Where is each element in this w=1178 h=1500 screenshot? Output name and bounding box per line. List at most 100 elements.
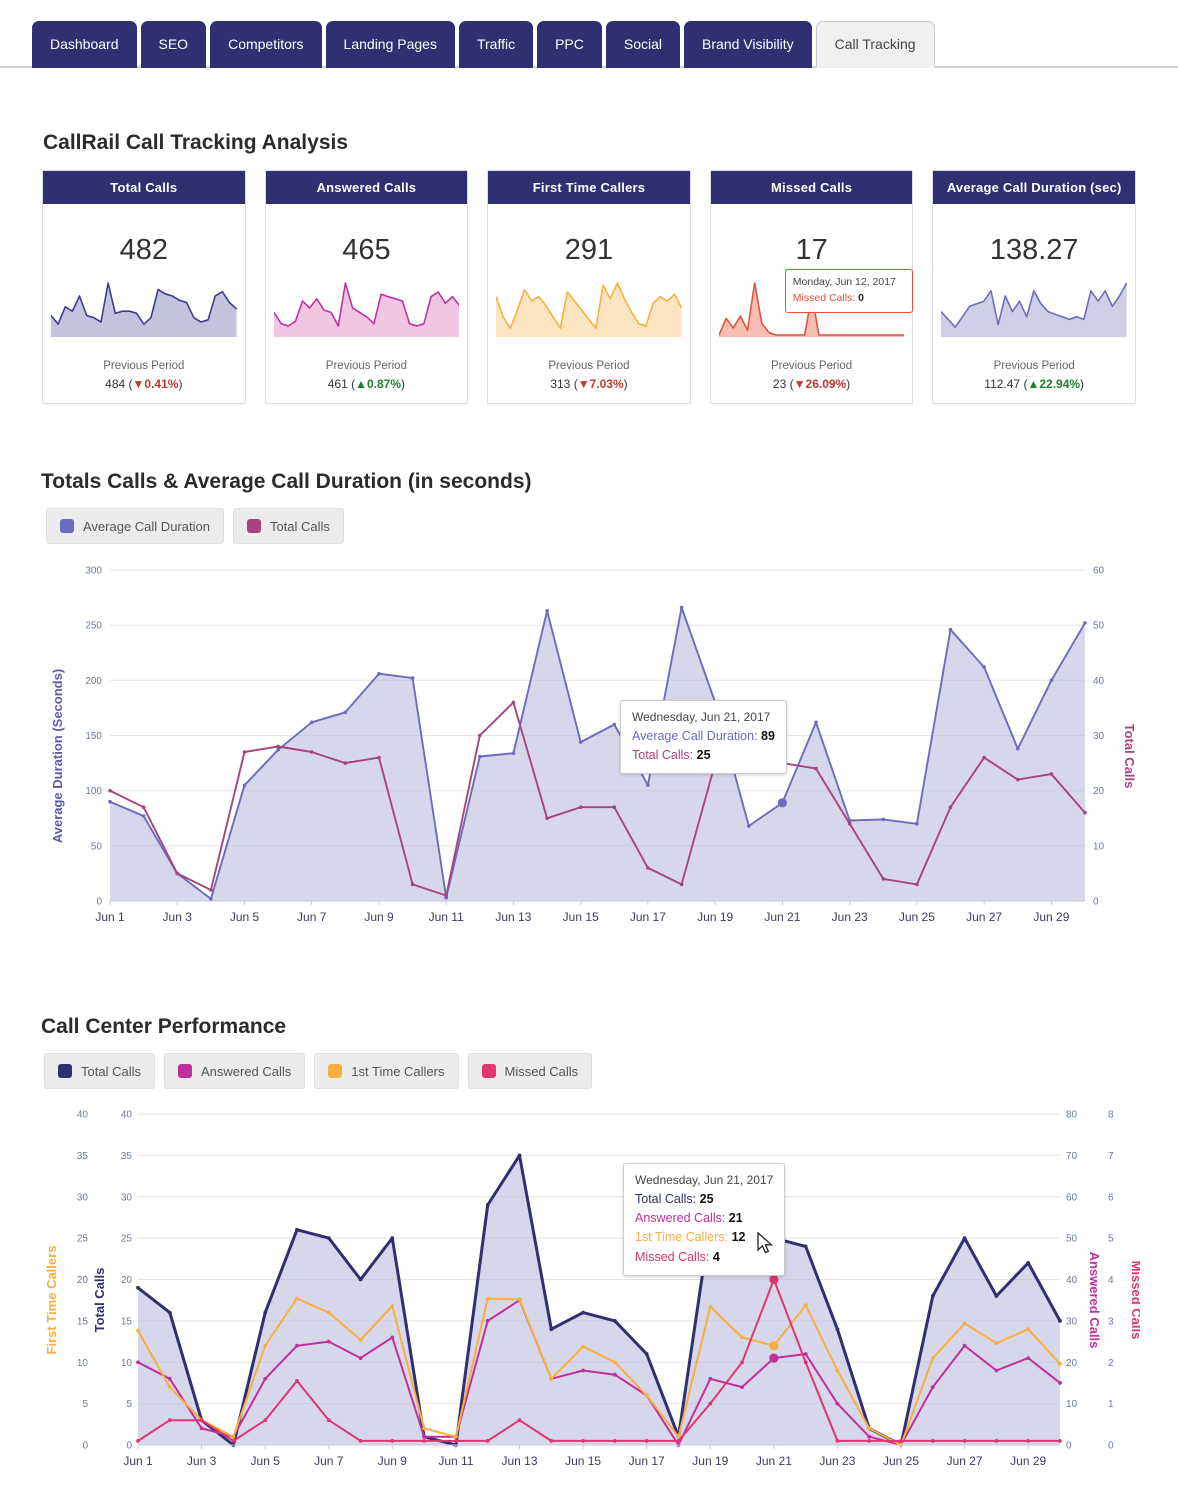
legend-item[interactable]: Missed Calls bbox=[467, 1053, 593, 1089]
kpi-delta-value: ▲22.94% bbox=[1027, 377, 1080, 391]
svg-text:30: 30 bbox=[1066, 1316, 1078, 1327]
kpi-delta-arrow-icon: ▼ bbox=[577, 377, 590, 391]
legend-swatch-icon bbox=[58, 1064, 72, 1078]
svg-text:0: 0 bbox=[96, 897, 102, 908]
kpi-card-title: First Time Callers bbox=[488, 171, 690, 204]
kpi-card: Answered Calls 465 Previous Period 461 (▲0.… bbox=[264, 170, 469, 404]
legend-label: Average Call Duration bbox=[83, 518, 210, 534]
svg-text:Jun 15: Jun 15 bbox=[565, 1454, 601, 1468]
svg-text:35: 35 bbox=[77, 1151, 89, 1162]
svg-text:20: 20 bbox=[1066, 1358, 1078, 1369]
kpi-delta-arrow-icon: ▼ bbox=[793, 377, 806, 391]
kpi-prev-label: Previous Period bbox=[548, 359, 630, 372]
svg-text:Jun 13: Jun 13 bbox=[501, 1454, 537, 1468]
kpi-delta-pct: 0.87% bbox=[367, 377, 402, 391]
axis-title: First Time Callers bbox=[44, 1246, 59, 1355]
kpi-sparkline[interactable]: Monday, Jun 12, 2017 Missed Calls: 0 bbox=[711, 267, 913, 358]
tab-social[interactable]: Social bbox=[605, 21, 681, 68]
svg-text:40: 40 bbox=[77, 1110, 89, 1121]
svg-text:30: 30 bbox=[77, 1192, 89, 1203]
kpi-prev-value: 461 bbox=[327, 377, 348, 391]
tab-call-tracking[interactable]: Call Tracking bbox=[815, 21, 935, 68]
kpi-delta: 461 (▲0.87%) bbox=[327, 377, 406, 391]
svg-text:Jun 13: Jun 13 bbox=[495, 910, 531, 924]
svg-text:50: 50 bbox=[1066, 1234, 1078, 1245]
chart1-title: Totals Calls & Average Call Duration (in… bbox=[41, 470, 532, 493]
axis-title: Total Calls bbox=[92, 1268, 107, 1333]
svg-text:Jun 23: Jun 23 bbox=[819, 1454, 855, 1468]
legend-item[interactable]: 1st Time Callers bbox=[314, 1053, 459, 1089]
tab-dashboard[interactable]: Dashboard bbox=[32, 21, 137, 68]
svg-text:Jun 5: Jun 5 bbox=[230, 910, 260, 924]
tab-competitors[interactable]: Competitors bbox=[210, 21, 322, 68]
kpi-card: Total Calls 482 Previous Period 484 (▼0.41%… bbox=[42, 170, 246, 404]
tab-landing-pages[interactable]: Landing Pages bbox=[325, 21, 455, 68]
kpi-card-title: Average Call Duration (sec) bbox=[933, 171, 1135, 204]
svg-text:6: 6 bbox=[1108, 1192, 1114, 1203]
svg-text:50: 50 bbox=[91, 841, 103, 852]
kpi-delta: 313 (▼7.03%) bbox=[550, 377, 628, 391]
axis-title: Total Calls bbox=[1122, 724, 1137, 789]
svg-text:40: 40 bbox=[121, 1110, 133, 1121]
svg-text:20: 20 bbox=[121, 1275, 133, 1286]
svg-text:60: 60 bbox=[1093, 566, 1105, 577]
kpi-card: First Time Callers 291 Previous Period 313 … bbox=[487, 170, 691, 404]
svg-text:Jun 9: Jun 9 bbox=[378, 1454, 408, 1468]
svg-text:8: 8 bbox=[1108, 1110, 1114, 1121]
svg-text:Jun 25: Jun 25 bbox=[883, 1454, 919, 1468]
svg-text:Jun 21: Jun 21 bbox=[756, 1454, 792, 1468]
kpi-sparkline[interactable] bbox=[43, 267, 245, 358]
kpi-delta-pct: 22.94% bbox=[1039, 377, 1081, 391]
svg-text:7: 7 bbox=[1108, 1151, 1114, 1162]
svg-text:250: 250 bbox=[85, 621, 102, 632]
svg-text:30: 30 bbox=[121, 1192, 133, 1203]
svg-text:20: 20 bbox=[1093, 786, 1105, 797]
tab-seo[interactable]: SEO bbox=[140, 21, 207, 68]
kpi-card-row: Total Calls 482 Previous Period 484 (▼0.41%… bbox=[42, 170, 1136, 404]
legend-item[interactable]: Total Calls bbox=[232, 508, 344, 544]
chart1-legend: Average Call Duration Total Calls bbox=[46, 508, 344, 544]
tab-ppc[interactable]: PPC bbox=[537, 21, 602, 68]
kpi-card-value: 465 bbox=[342, 234, 391, 266]
svg-text:30: 30 bbox=[1093, 731, 1105, 742]
kpi-sparkline[interactable] bbox=[488, 267, 690, 358]
svg-text:3: 3 bbox=[1108, 1316, 1114, 1327]
legend-swatch-icon bbox=[60, 519, 74, 533]
svg-text:Jun 3: Jun 3 bbox=[187, 1454, 217, 1468]
svg-text:40: 40 bbox=[1093, 676, 1105, 687]
kpi-prev-label: Previous Period bbox=[993, 359, 1075, 372]
svg-text:Jun 15: Jun 15 bbox=[563, 910, 599, 924]
svg-text:1: 1 bbox=[1108, 1399, 1114, 1410]
kpi-delta-value: ▼7.03% bbox=[578, 377, 624, 391]
svg-text:Jun 9: Jun 9 bbox=[364, 910, 394, 924]
svg-text:10: 10 bbox=[121, 1358, 133, 1369]
kpi-sparkline[interactable] bbox=[933, 267, 1135, 358]
svg-text:0: 0 bbox=[1066, 1441, 1072, 1452]
tab-traffic[interactable]: Traffic bbox=[458, 21, 534, 68]
kpi-delta-arrow-icon: ▲ bbox=[1027, 377, 1040, 391]
svg-text:20: 20 bbox=[77, 1275, 89, 1286]
svg-text:15: 15 bbox=[77, 1316, 89, 1327]
kpi-prev-value: 484 bbox=[105, 377, 126, 391]
kpi-prev-label: Previous Period bbox=[103, 359, 185, 372]
main-tab-bar: Dashboard SEO Competitors Landing Pages Traf… bbox=[0, 0, 1178, 68]
chart2-title: Call Center Performance bbox=[41, 1015, 287, 1038]
kpi-card-title: Answered Calls bbox=[265, 171, 468, 204]
svg-text:0: 0 bbox=[1108, 1441, 1114, 1452]
kpi-delta-value: ▼0.41% bbox=[133, 377, 179, 391]
svg-text:300: 300 bbox=[85, 566, 102, 577]
svg-text:Jun 19: Jun 19 bbox=[697, 910, 733, 924]
kpi-delta-arrow-icon: ▲ bbox=[355, 377, 367, 391]
kpi-delta-pct: 7.03% bbox=[589, 377, 624, 391]
svg-text:Jun 17: Jun 17 bbox=[630, 910, 666, 924]
legend-item[interactable]: Answered Calls bbox=[163, 1053, 306, 1089]
legend-item[interactable]: Total Calls bbox=[44, 1053, 155, 1089]
kpi-sparkline[interactable] bbox=[266, 267, 468, 358]
call-center-performance-chart: 0 5 10 15 20 25 30 35 40 0 5 10 15 20 25 30 35 40 0 10 20 30 4… bbox=[40, 1100, 1140, 1490]
svg-text:5: 5 bbox=[1108, 1234, 1114, 1245]
legend-item[interactable]: Average Call Duration bbox=[46, 508, 224, 544]
kpi-delta-arrow-icon: ▼ bbox=[132, 377, 145, 391]
svg-text:Jun 7: Jun 7 bbox=[297, 910, 327, 924]
svg-text:70: 70 bbox=[1066, 1151, 1078, 1162]
tab-brand-visibility[interactable]: Brand Visibility bbox=[684, 21, 812, 68]
